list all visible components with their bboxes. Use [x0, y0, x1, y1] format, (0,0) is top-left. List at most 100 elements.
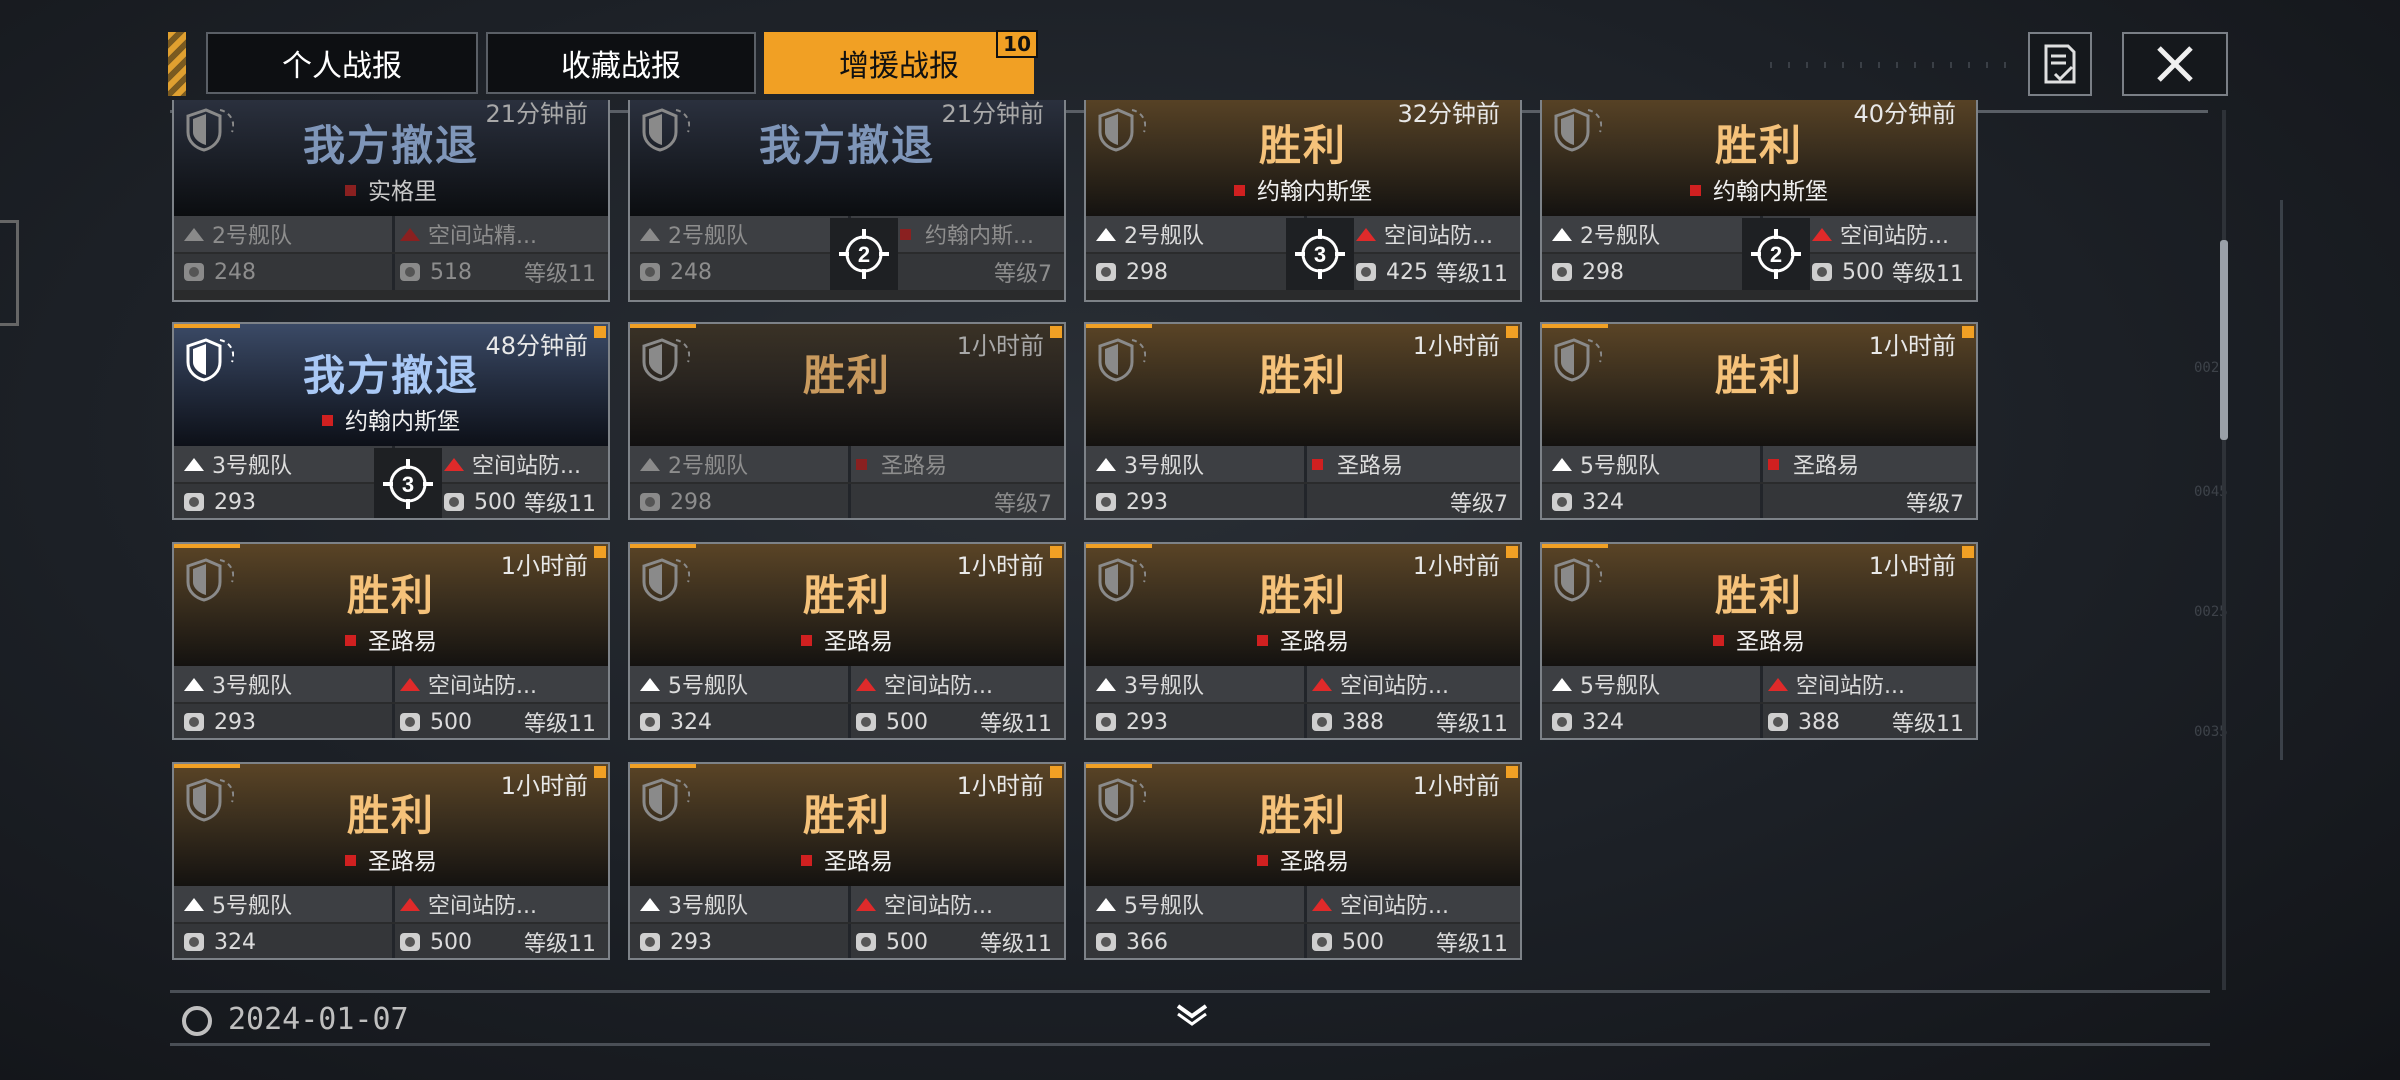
- fleet-label: 5号舰队: [1124, 894, 1204, 919]
- battle-report-card[interactable]: 1小时前 胜利 圣路易 5号舰队 空间站防... 324 500 等级11: [628, 542, 1066, 740]
- fleet-label: 2号舰队: [1580, 224, 1660, 249]
- tab-label: 收藏战报: [561, 49, 681, 84]
- power-icon: [856, 933, 876, 951]
- fleet-row: 5号舰队 空间站防...: [174, 886, 608, 922]
- fleet-icon: [1552, 227, 1572, 241]
- tab-favorite-report[interactable]: 收藏战报: [486, 32, 756, 94]
- station-icon: [1312, 897, 1332, 911]
- fleet-icon: [640, 457, 660, 471]
- battle-report-card[interactable]: 1小时前 胜利 圣路易 3号舰队 空间站防... 293 500 等级11: [628, 762, 1066, 960]
- station-icon: [1768, 677, 1788, 691]
- report-list-icon: [2044, 44, 2076, 84]
- power-row: 324 500 等级11: [630, 704, 1064, 738]
- power-cell: 248: [184, 254, 384, 290]
- power-icon: [444, 493, 464, 511]
- power-value: 324: [1582, 489, 1624, 515]
- target-label: 空间站防...: [1340, 894, 1449, 919]
- level-cell: 等级11: [524, 932, 596, 957]
- battle-report-card[interactable]: 40分钟前 胜利 约翰内斯堡 2号舰队 空间站防... 298 500 等级11: [1540, 100, 1978, 302]
- enemy-power-value: 425: [1386, 259, 1428, 285]
- battle-report-card[interactable]: 48分钟前 我方撤退 约翰内斯堡 3号舰队 空间站防... 293 500 等级…: [172, 322, 610, 520]
- power-cell: 248: [640, 254, 840, 290]
- station-icon: [856, 677, 876, 691]
- power-value: 324: [214, 929, 256, 955]
- target-cell: 约翰内斯...: [900, 216, 1060, 252]
- target-label: 空间站防...: [428, 894, 537, 919]
- fleet-label: 3号舰队: [1124, 454, 1204, 479]
- battle-location: 圣路易: [1542, 622, 1976, 656]
- target-label: 圣路易: [881, 454, 948, 479]
- power-value: 248: [214, 259, 256, 285]
- location-label: 圣路易: [368, 629, 437, 655]
- new-indicator: [594, 546, 606, 558]
- power-icon: [400, 263, 420, 281]
- battle-report-card[interactable]: 21分钟前 我方撤退 2号舰队 约翰内斯... 248 等级7 2: [628, 100, 1066, 302]
- battle-report-card[interactable]: 1小时前 胜利 2号舰队 圣路易 298 等级7: [628, 322, 1066, 520]
- battle-result: 胜利: [1714, 571, 1803, 620]
- tab-reinforcement-report[interactable]: 增援战报 10: [764, 30, 1038, 94]
- station-icon: [856, 897, 876, 911]
- battle-report-card[interactable]: 1小时前 胜利 圣路易 3号舰队 空间站防... 293 500 等级11: [172, 542, 610, 740]
- fleet-label: 5号舰队: [668, 674, 748, 699]
- new-indicator: [1962, 546, 1974, 558]
- fleet-cell: 5号舰队: [184, 886, 384, 922]
- station-icon: [400, 897, 420, 911]
- close-button[interactable]: [2122, 32, 2228, 96]
- battle-result: 胜利: [1258, 121, 1347, 170]
- power-value: 298: [670, 489, 712, 515]
- fleet-icon: [184, 227, 204, 241]
- battle-report-card[interactable]: 1小时前 胜利 3号舰队 圣路易 293 等级7: [1084, 322, 1522, 520]
- level-cell: 等级11: [1436, 262, 1508, 287]
- cell-divider: [392, 666, 395, 702]
- target-cell: 空间站精...: [400, 216, 600, 252]
- station-icon: [400, 227, 420, 241]
- new-indicator: [1506, 766, 1518, 778]
- fleet-icon: [1096, 677, 1116, 691]
- battle-result: 我方撤退: [302, 351, 479, 400]
- level-cell: 等级7: [1450, 492, 1508, 517]
- battle-report-card[interactable]: 21分钟前 我方撤退 实格里 2号舰队 空间站精... 248 518 等级11: [172, 100, 610, 302]
- battle-report-card[interactable]: 1小时前 胜利 圣路易 3号舰队 空间站防... 293 388 等级11: [1084, 542, 1522, 740]
- battle-location: 实格里: [174, 172, 608, 206]
- fleet-label: 3号舰队: [1124, 674, 1204, 699]
- battle-report-card[interactable]: 32分钟前 胜利 约翰内斯堡 2号舰队 空间站防... 298 425 等级11: [1084, 100, 1522, 302]
- battle-report-card[interactable]: 1小时前 胜利 圣路易 5号舰队 空间站防... 366 500 等级11: [1084, 762, 1522, 960]
- power-value: 298: [1582, 259, 1624, 285]
- fleet-row: 5号舰队 圣路易: [1542, 446, 1976, 482]
- battle-report-card[interactable]: 1小时前 胜利 圣路易 5号舰队 空间站防... 324 388 等级11: [1540, 542, 1978, 740]
- power-icon: [1096, 263, 1116, 281]
- power-icon: [1312, 713, 1332, 731]
- location-label: 实格里: [368, 179, 437, 205]
- power-cell: 293: [184, 704, 384, 738]
- card-accent: [1086, 764, 1152, 768]
- power-icon: [1356, 263, 1376, 281]
- fleet-row: 5号舰队 空间站防...: [630, 666, 1064, 702]
- location-marker-icon: [801, 855, 812, 866]
- scroll-down-chevron-icon[interactable]: [1172, 1004, 1212, 1028]
- fleet-cell: 3号舰队: [1096, 666, 1296, 702]
- cell-divider: [848, 446, 851, 482]
- report-list-button[interactable]: [2028, 32, 2092, 96]
- wave-indicator: 3: [374, 448, 442, 518]
- battle-result: 胜利: [1258, 571, 1347, 620]
- target-label: 空间站防...: [1340, 674, 1449, 699]
- scrollbar-thumb[interactable]: [2220, 240, 2228, 440]
- power-row: 298 等级7: [630, 484, 1064, 518]
- crosshair-icon: 2: [1751, 229, 1801, 279]
- enemy-power-value: 388: [1342, 709, 1384, 735]
- location-marker-icon: [345, 185, 356, 196]
- power-cell: 293: [1096, 704, 1296, 738]
- battle-report-card[interactable]: 1小时前 胜利 5号舰队 圣路易 324 等级7: [1540, 322, 1978, 520]
- cell-divider: [392, 886, 395, 922]
- power-cell: 293: [184, 484, 384, 518]
- power-icon: [640, 263, 660, 281]
- tab-personal-report[interactable]: 个人战报: [206, 32, 478, 94]
- battle-report-card[interactable]: 1小时前 胜利 圣路易 5号舰队 空间站防... 324 500 等级11: [172, 762, 610, 960]
- fleet-icon: [1552, 457, 1572, 471]
- fleet-label: 5号舰队: [1580, 454, 1660, 479]
- battle-result: 胜利: [1714, 121, 1803, 170]
- power-icon: [1812, 263, 1832, 281]
- location-marker-icon: [345, 855, 356, 866]
- battle-location: 约翰内斯堡: [1086, 172, 1520, 206]
- target-cell: 圣路易: [1312, 446, 1512, 482]
